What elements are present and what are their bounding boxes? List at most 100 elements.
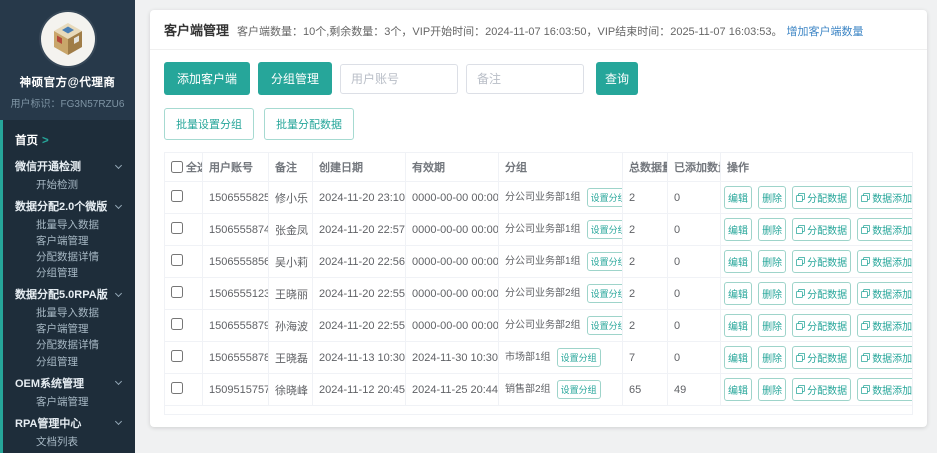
data-add-detail-button[interactable]: 数据添加详情 bbox=[857, 346, 912, 369]
assign-data-button[interactable]: 分配数据 bbox=[792, 218, 851, 241]
data-add-detail-button[interactable]: 数据添加详情 bbox=[857, 282, 912, 305]
client-table-wrap: 全选 用户账号 备注 创建日期 有效期 分组 总数据量 已添加数量 操作 150… bbox=[150, 152, 927, 427]
select-all-label: 全选 bbox=[186, 159, 203, 175]
empty-row bbox=[165, 406, 913, 415]
data-add-detail-label: 数据添加详情 bbox=[872, 254, 912, 269]
sidebar-subitem[interactable]: 批量导入数据 bbox=[3, 217, 135, 233]
cell-account: 15065551234 bbox=[203, 278, 269, 310]
delete-button[interactable]: 删除 bbox=[758, 346, 786, 369]
delete-button[interactable]: 删除 bbox=[758, 250, 786, 273]
search-button[interactable]: 查询 bbox=[596, 62, 638, 95]
cell-expiry: 2024-11-25 20:44:00 bbox=[406, 374, 499, 406]
assign-data-label: 分配数据 bbox=[807, 350, 847, 365]
sidebar-section: RPA管理中心 文档列表 bbox=[3, 410, 135, 450]
assign-data-button[interactable]: 分配数据 bbox=[792, 282, 851, 305]
delete-button[interactable]: 删除 bbox=[758, 282, 786, 305]
batch-set-group-button[interactable]: 批量设置分组 bbox=[164, 108, 254, 140]
vip-stats-text: 客户端数量：10个,剩余数量：3个，VIP开始时间：2024-11-07 16:… bbox=[237, 23, 783, 39]
sidebar-subitem[interactable]: 分组管理 bbox=[3, 354, 135, 370]
group-manage-button[interactable]: 分组管理 bbox=[258, 62, 332, 95]
card-header: 客户端管理 客户端数量：10个,剩余数量：3个，VIP开始时间：2024-11-… bbox=[150, 10, 927, 50]
table-body: 1506555825 修小乐 2024-11-20 23:10:20 0000-… bbox=[165, 182, 913, 415]
data-add-detail-button[interactable]: 数据添加详情 bbox=[857, 218, 912, 241]
remark-input[interactable] bbox=[466, 64, 584, 94]
cell-expiry: 0000-00-00 00:00:00 bbox=[406, 246, 499, 278]
sidebar-section-label: 数据分配2.0个微版 bbox=[15, 198, 107, 214]
delete-button[interactable]: 删除 bbox=[758, 314, 786, 337]
cell-group: 分公司业务部1组 bbox=[505, 256, 581, 267]
data-add-detail-label: 数据添加详情 bbox=[872, 190, 912, 205]
submenu: 批量导入数据客户端管理分配数据详情分组管理 bbox=[3, 305, 135, 369]
data-add-detail-button[interactable]: 数据添加详情 bbox=[857, 250, 912, 273]
sidebar-section-label: 数据分配5.0RPA版 bbox=[15, 286, 108, 302]
sidebar-section: 微信开通检测 开始检测 bbox=[3, 153, 135, 193]
sidebar-section-header[interactable]: RPA管理中心 bbox=[3, 410, 135, 434]
edit-button[interactable]: 编辑 bbox=[724, 186, 752, 209]
set-group-button[interactable]: 设置分组 bbox=[557, 348, 601, 367]
sidebar-subitem[interactable]: 文档列表 bbox=[3, 434, 135, 450]
row-checkbox[interactable] bbox=[171, 222, 183, 234]
client-table: 全选 用户账号 备注 创建日期 有效期 分组 总数据量 已添加数量 操作 150… bbox=[164, 152, 913, 415]
set-group-button[interactable]: 设置分组 bbox=[587, 252, 623, 271]
sidebar-section-header[interactable]: 数据分配5.0RPA版 bbox=[3, 281, 135, 305]
data-add-detail-label: 数据添加详情 bbox=[872, 350, 912, 365]
sidebar-section: OEM系统管理 客户端管理 bbox=[3, 370, 135, 410]
edit-button[interactable]: 编辑 bbox=[724, 346, 752, 369]
edit-button[interactable]: 编辑 bbox=[724, 250, 752, 273]
set-group-button[interactable]: 设置分组 bbox=[587, 284, 623, 303]
assign-data-button[interactable]: 分配数据 bbox=[792, 250, 851, 273]
cell-account: 15065558788 bbox=[203, 342, 269, 374]
row-checkbox[interactable] bbox=[171, 286, 183, 298]
row-checkbox[interactable] bbox=[171, 382, 183, 394]
data-add-detail-button[interactable]: 数据添加详情 bbox=[857, 378, 912, 401]
sidebar-subitem[interactable]: 分配数据详情 bbox=[3, 249, 135, 265]
sidebar-subitem[interactable]: 分配数据详情 bbox=[3, 337, 135, 353]
copy-icon bbox=[796, 385, 805, 394]
table-row: 15065558741 张金凤 2024-11-20 22:57:01 0000… bbox=[165, 214, 913, 246]
assign-data-button[interactable]: 分配数据 bbox=[792, 186, 851, 209]
edit-button[interactable]: 编辑 bbox=[724, 314, 752, 337]
assign-data-button[interactable]: 分配数据 bbox=[792, 378, 851, 401]
copy-icon bbox=[861, 193, 870, 202]
row-checkbox[interactable] bbox=[171, 190, 183, 202]
sidebar-subitem[interactable]: 开始检测 bbox=[3, 177, 135, 193]
home-label: 首页 bbox=[15, 135, 38, 147]
sidebar-subitem[interactable]: 分组管理 bbox=[3, 265, 135, 281]
row-checkbox[interactable] bbox=[171, 254, 183, 266]
cell-total: 7 bbox=[623, 342, 668, 374]
increase-client-count-link[interactable]: 增加客户端数量 bbox=[787, 23, 864, 39]
copy-icon bbox=[796, 225, 805, 234]
batch-assign-data-button[interactable]: 批量分配数据 bbox=[264, 108, 354, 140]
copy-icon bbox=[796, 353, 805, 362]
data-add-detail-button[interactable]: 数据添加详情 bbox=[857, 314, 912, 337]
add-client-button[interactable]: 添加客户端 bbox=[164, 62, 250, 95]
delete-button[interactable]: 删除 bbox=[758, 378, 786, 401]
edit-button[interactable]: 编辑 bbox=[724, 378, 752, 401]
sidebar-section-header[interactable]: 数据分配2.0个微版 bbox=[3, 193, 135, 217]
assign-data-button[interactable]: 分配数据 bbox=[792, 314, 851, 337]
set-group-button[interactable]: 设置分组 bbox=[587, 188, 623, 207]
account-input[interactable] bbox=[340, 64, 458, 94]
sidebar-section-header[interactable]: OEM系统管理 bbox=[3, 370, 135, 394]
edit-button[interactable]: 编辑 bbox=[724, 218, 752, 241]
sidebar-subitem[interactable]: 客户端管理 bbox=[3, 233, 135, 249]
set-group-button[interactable]: 设置分组 bbox=[587, 316, 623, 335]
row-checkbox[interactable] bbox=[171, 318, 183, 330]
set-group-button[interactable]: 设置分组 bbox=[587, 220, 623, 239]
sidebar-section-header[interactable]: 微信开通检测 bbox=[3, 153, 135, 177]
sidebar-subitem[interactable]: 批量导入数据 bbox=[3, 305, 135, 321]
data-add-detail-button[interactable]: 数据添加详情 bbox=[857, 186, 912, 209]
sidebar-item-home[interactable]: 首页> bbox=[3, 126, 135, 153]
row-checkbox[interactable] bbox=[171, 350, 183, 362]
assign-data-label: 分配数据 bbox=[807, 318, 847, 333]
sidebar-subitem[interactable]: 客户端管理 bbox=[3, 321, 135, 337]
set-group-button[interactable]: 设置分组 bbox=[557, 380, 601, 399]
delete-button[interactable]: 删除 bbox=[758, 218, 786, 241]
edit-button[interactable]: 编辑 bbox=[724, 282, 752, 305]
sidebar-subitem[interactable]: 客户端管理 bbox=[3, 394, 135, 410]
assign-data-button[interactable]: 分配数据 bbox=[792, 346, 851, 369]
toolbar: 添加客户端 分组管理 查询 bbox=[150, 50, 927, 97]
delete-button[interactable]: 删除 bbox=[758, 186, 786, 209]
cell-total: 2 bbox=[623, 310, 668, 342]
select-all-checkbox[interactable] bbox=[171, 161, 183, 173]
